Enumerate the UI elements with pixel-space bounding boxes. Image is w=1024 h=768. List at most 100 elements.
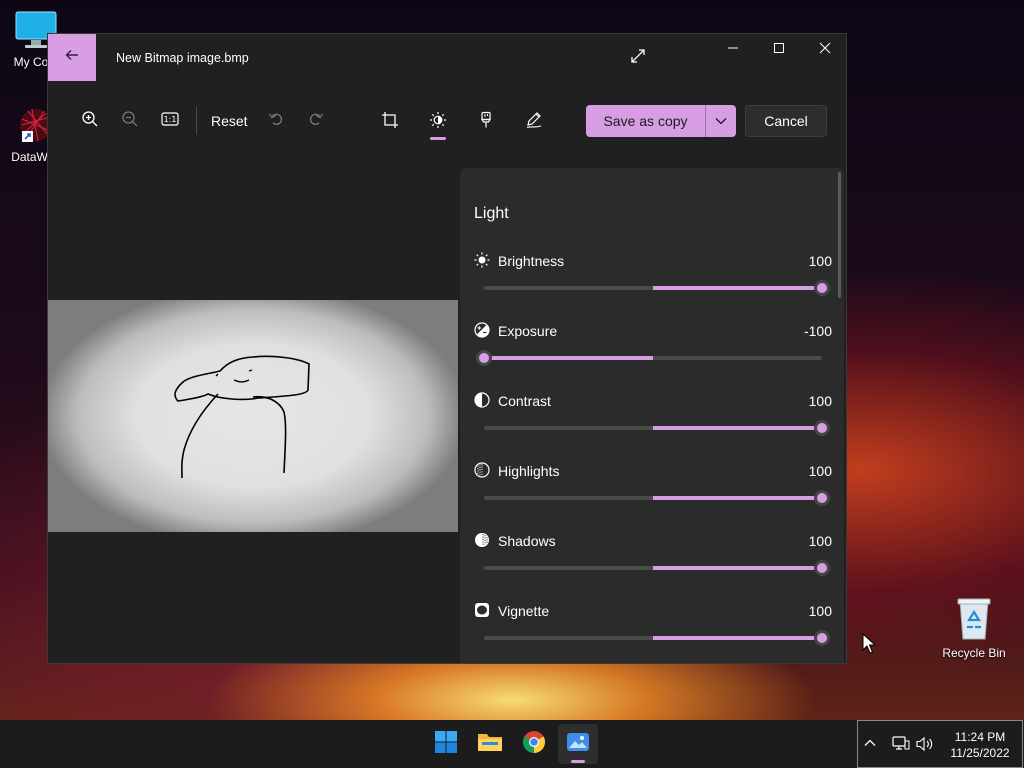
edit-mode-tabs — [366, 104, 558, 140]
volume-icon[interactable] — [915, 735, 935, 758]
vignette-slider[interactable] — [484, 630, 830, 646]
slider-thumb[interactable] — [814, 490, 830, 506]
back-button[interactable] — [48, 34, 96, 81]
adjustment-panel: Light Brightness 100 Exposure -100 Contr… — [460, 168, 844, 663]
expand-icon — [630, 48, 646, 69]
maximize-icon — [773, 41, 785, 59]
clock[interactable]: 11:24 PM 11/25/2022 — [940, 729, 1020, 761]
zoom-out-icon — [121, 110, 139, 133]
adjustment-label: Shadows — [498, 533, 556, 549]
system-tray: 11:24 PM 11/25/2022 — [857, 720, 1023, 768]
toolbar-divider — [196, 107, 197, 135]
fullscreen-button[interactable] — [623, 46, 653, 70]
slider-thumb[interactable] — [476, 350, 492, 366]
adjustment-label: Contrast — [498, 393, 551, 409]
contrast-icon — [474, 392, 490, 408]
panel-title: Light — [474, 205, 509, 222]
minimize-button[interactable] — [710, 34, 756, 66]
slider-thumb[interactable] — [814, 420, 830, 436]
shadows-slider[interactable] — [484, 560, 830, 576]
adjustment-value: -100 — [803, 323, 832, 339]
window-title: New Bitmap image.bmp — [116, 51, 249, 65]
slider-fill — [653, 566, 822, 570]
close-button[interactable] — [802, 34, 846, 66]
start-button[interactable] — [426, 724, 466, 764]
tab-markup[interactable] — [510, 104, 558, 140]
adjustment-shadows: Shadows 100 — [460, 532, 844, 602]
adjustment-value: 100 — [808, 253, 832, 269]
adjustment-highlights: Highlights 100 — [460, 462, 844, 532]
filter-icon — [477, 111, 495, 134]
close-icon — [819, 41, 831, 59]
recycle-bin-icon — [954, 598, 994, 644]
chrome-icon — [522, 730, 546, 759]
adjustment-value: 100 — [808, 393, 832, 409]
save-as-copy-button[interactable]: Save as copy — [586, 105, 705, 137]
sketch-drawing — [174, 355, 310, 479]
mouse-cursor-icon — [862, 632, 877, 660]
photo-editor-window: New Bitmap image.bmp 1:1 Reset Save as c… — [47, 33, 847, 664]
redo-button[interactable] — [296, 104, 336, 138]
show-hidden-icons-button[interactable] — [862, 735, 878, 756]
slider-fill — [653, 426, 822, 430]
tab-crop[interactable] — [366, 104, 414, 140]
exposure-slider[interactable] — [476, 350, 822, 366]
zoom-out-button[interactable] — [110, 104, 150, 138]
zoom-toolbar: 1:1 Reset — [70, 104, 336, 138]
brightness-icon — [429, 111, 447, 134]
adjustment-label: Highlights — [498, 463, 560, 479]
save-button-group: Save as copy — [586, 105, 736, 137]
maximize-button[interactable] — [756, 34, 802, 66]
tab-adjustment[interactable] — [414, 104, 462, 140]
pen-icon — [525, 111, 543, 134]
adjustment-label: Vignette — [498, 603, 550, 619]
actual-size-icon: 1:1 — [161, 111, 179, 131]
network-icon[interactable] — [890, 735, 910, 758]
contrast-slider[interactable] — [484, 420, 830, 436]
desktop-icon-recycle-bin[interactable]: Recycle Bin — [934, 597, 1014, 660]
svg-text:1:1: 1:1 — [164, 115, 177, 124]
chrome-button[interactable] — [514, 724, 554, 764]
clock-time: 11:24 PM — [954, 730, 1006, 744]
image-preview[interactable] — [48, 300, 458, 532]
slider-thumb[interactable] — [814, 280, 830, 296]
vignette-icon — [474, 602, 490, 618]
slider-thumb[interactable] — [814, 560, 830, 576]
file-explorer-button[interactable] — [470, 724, 510, 764]
slider-thumb[interactable] — [814, 630, 830, 646]
brightness-slider[interactable] — [484, 280, 830, 296]
adjustment-contrast: Contrast 100 — [460, 392, 844, 462]
zoom-in-button[interactable] — [70, 104, 110, 138]
save-options-dropdown[interactable] — [705, 105, 736, 137]
adjustment-value: 100 — [808, 603, 832, 619]
arrow-left-icon — [64, 47, 80, 68]
slider-fill — [653, 496, 822, 500]
sun-icon — [474, 252, 490, 268]
reset-button[interactable]: Reset — [203, 104, 256, 138]
exposure-icon — [474, 322, 490, 338]
adjustment-label: Exposure — [498, 323, 558, 339]
folder-icon — [477, 731, 503, 758]
slider-fill — [653, 286, 822, 290]
tab-filter[interactable] — [462, 104, 510, 140]
redo-icon — [308, 111, 324, 132]
cancel-button[interactable]: Cancel — [745, 105, 827, 137]
photos-icon — [566, 731, 590, 758]
undo-button[interactable] — [256, 104, 296, 138]
chevron-down-icon — [715, 112, 727, 130]
highlights-icon — [474, 462, 490, 478]
slider-fill — [653, 636, 822, 640]
adjustment-value: 100 — [808, 533, 832, 549]
adjustment-vignette: Vignette 100 — [460, 602, 844, 663]
photos-app-button[interactable] — [558, 724, 598, 764]
clock-date: 11/25/2022 — [950, 746, 1010, 760]
minimize-icon — [727, 41, 739, 59]
crop-icon — [381, 111, 399, 134]
slider-fill — [484, 356, 653, 360]
actual-size-button[interactable]: 1:1 — [150, 104, 190, 138]
undo-icon — [268, 111, 284, 132]
highlights-slider[interactable] — [484, 490, 830, 506]
zoom-in-icon — [81, 110, 99, 133]
adjustment-brightness: Brightness 100 — [460, 252, 844, 322]
desktop-icon-label: Recycle Bin — [942, 646, 1006, 660]
